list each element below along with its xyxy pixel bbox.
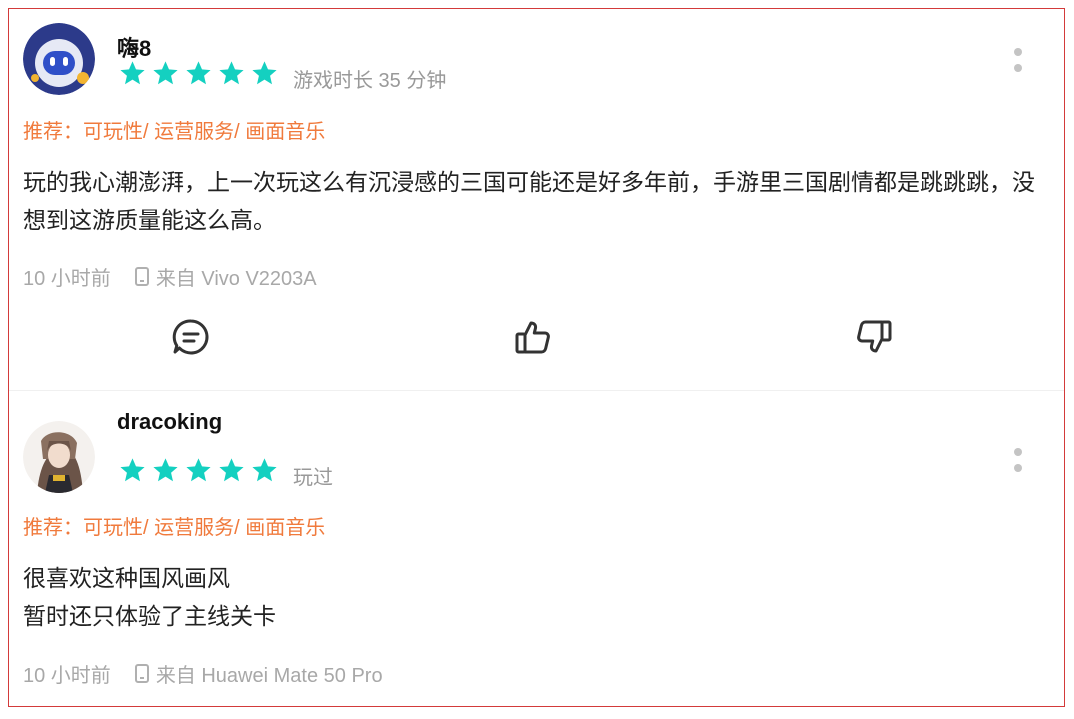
avatar[interactable] <box>23 421 95 493</box>
review-list: 嗨8 游戏时长 35 分钟 推荐：可玩性/ 运营服务/ 画面音乐 玩的我心潮澎湃… <box>8 8 1065 707</box>
comment-icon[interactable] <box>171 317 215 361</box>
star-icon <box>117 59 148 88</box>
star-icon <box>150 59 181 88</box>
username[interactable]: dracoking <box>117 409 222 435</box>
review-text[interactable]: 很喜欢这种国风画风 暂时还只体验了主线关卡 <box>23 559 1043 635</box>
review-time: 10 小时前 <box>23 268 111 290</box>
more-vertical-icon[interactable] <box>1010 446 1026 476</box>
star-icon <box>183 59 214 88</box>
star-icon <box>249 59 280 88</box>
phone-icon <box>134 267 149 286</box>
thumbs-down-icon[interactable] <box>854 317 898 361</box>
device-label: 来自 Vivo V2203A <box>155 268 317 290</box>
device-label: 来自 Huawei Mate 50 Pro <box>155 665 383 687</box>
star-icon <box>216 59 247 88</box>
more-vertical-icon[interactable] <box>1010 46 1026 76</box>
review-card: dracoking 玩过 推荐：可玩性/ 运营服务/ 画面音乐 很喜欢这种国风画… <box>9 391 1064 706</box>
review-footer: 10 小时前 来自 Huawei Mate 50 Pro <box>23 659 383 688</box>
review-actions <box>9 317 1064 361</box>
phone-icon <box>134 664 149 683</box>
star-icon <box>150 456 181 485</box>
play-time: 游戏时长 35 分钟 <box>293 70 447 92</box>
star-rating <box>117 456 280 485</box>
recommend-tags: 推荐：可玩性/ 运营服务/ 画面音乐 <box>23 121 326 143</box>
star-icon <box>117 456 148 485</box>
star-icon <box>183 456 214 485</box>
review-time: 10 小时前 <box>23 665 111 687</box>
review-text[interactable]: 玩的我心潮澎湃，上一次玩这么有沉浸感的三国可能还是好多年前，手游里三国剧情都是跳… <box>23 163 1043 239</box>
play-status: 玩过 <box>293 467 333 489</box>
review-footer: 10 小时前 来自 Vivo V2203A <box>23 262 317 291</box>
thumbs-up-icon[interactable] <box>513 317 557 361</box>
star-icon <box>216 456 247 485</box>
recommend-tags: 推荐：可玩性/ 运营服务/ 画面音乐 <box>23 517 326 539</box>
review-card: 嗨8 游戏时长 35 分钟 推荐：可玩性/ 运营服务/ 画面音乐 玩的我心潮澎湃… <box>9 9 1064 391</box>
star-icon <box>249 456 280 485</box>
avatar[interactable] <box>23 23 95 95</box>
star-rating <box>117 59 280 88</box>
